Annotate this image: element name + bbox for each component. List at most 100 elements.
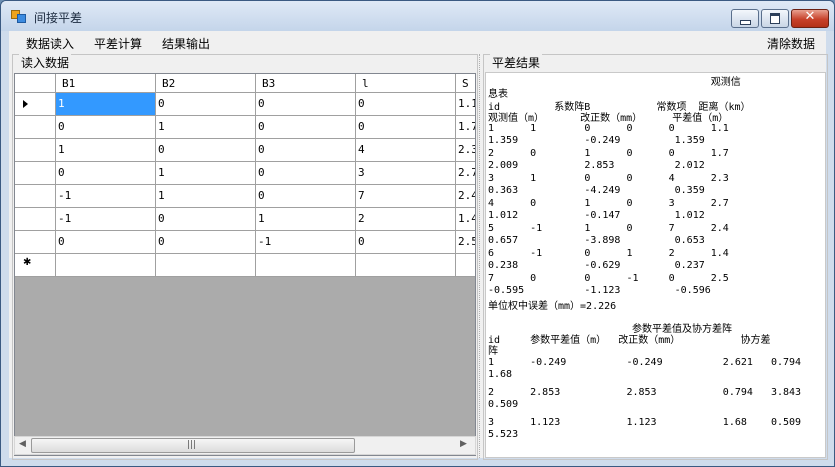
- grid-cell[interactable]: 0: [156, 231, 256, 254]
- grid-cell[interactable]: 1.1: [456, 93, 475, 116]
- row-header[interactable]: [15, 208, 56, 231]
- column-header-B1[interactable]: B1: [56, 74, 156, 93]
- result-line: 2.009 2.853 2.012: [488, 160, 705, 171]
- grid-cell[interactable]: 2.5: [456, 231, 475, 254]
- result-line: 3 1 0 0 4 2.3: [488, 173, 729, 184]
- grid-cell[interactable]: -1: [56, 208, 156, 231]
- grid-cell[interactable]: 0: [256, 139, 356, 162]
- column-header-label: B3: [262, 77, 276, 90]
- covariance-table-row: 2 2.853 2.853 0.794 3.843: [488, 387, 802, 398]
- result-line: 1.012 -0.147 1.012: [488, 210, 705, 221]
- row-header[interactable]: [15, 116, 56, 139]
- grid-cell[interactable]: [56, 254, 156, 277]
- grid-cell-value: 7: [358, 189, 365, 202]
- grid-cell[interactable]: 1: [156, 162, 256, 185]
- grid-cell-value: 1.4: [458, 212, 476, 225]
- grid-cell[interactable]: 2.3: [456, 139, 475, 162]
- column-header-S[interactable]: S: [456, 74, 475, 93]
- row-header[interactable]: [15, 162, 56, 185]
- client-area: 数据读入 平差计算 结果输出 清除数据 读入数据 B1 B2 B3 l S 1 0 0 0 1.1…: [9, 31, 828, 460]
- grid-cell[interactable]: 7: [356, 185, 456, 208]
- grid-cell[interactable]: 0: [256, 162, 356, 185]
- grid-cell[interactable]: 0: [56, 162, 156, 185]
- column-header-B2[interactable]: B2: [156, 74, 256, 93]
- result-line: 0.238 -0.629 0.237: [488, 260, 705, 271]
- grid-cell[interactable]: 2.7: [456, 162, 475, 185]
- grid-cell[interactable]: -1: [56, 185, 156, 208]
- minimize-icon: [740, 20, 751, 25]
- grid-cell[interactable]: 1: [156, 116, 256, 139]
- grid-cell[interactable]: 0: [256, 116, 356, 139]
- grid-cell[interactable]: [456, 254, 475, 277]
- result-line: 观测信: [488, 77, 741, 88]
- grid-cell-value: 1: [158, 166, 165, 179]
- grid-cell-value: 0: [358, 97, 365, 110]
- grid-cell[interactable]: 0: [56, 231, 156, 254]
- grid-cell[interactable]: 0: [156, 93, 256, 116]
- menu-adjust-compute[interactable]: 平差计算: [94, 35, 142, 52]
- scroll-right-icon[interactable]: ▶: [460, 439, 467, 449]
- grid-cell[interactable]: 0: [156, 208, 256, 231]
- column-header-label: B1: [62, 77, 76, 90]
- grid-cell[interactable]: 2: [356, 208, 456, 231]
- row-header[interactable]: [15, 231, 56, 254]
- result-line: 1 1 0 0 0 1.1: [488, 123, 729, 134]
- grid-cell-value: 0: [158, 143, 165, 156]
- row-header[interactable]: [15, 93, 56, 116]
- data-grid[interactable]: B1 B2 B3 l S 1 0 0 0 1.1 0 1 0 0 1.7 1 0 0 4 2.3 0 1 0 3 2.7 -1 1 0…: [14, 73, 476, 456]
- grid-cell[interactable]: 1.7: [456, 116, 475, 139]
- grid-cell[interactable]: 3: [356, 162, 456, 185]
- menu-result-output[interactable]: 结果输出: [162, 35, 210, 52]
- grid-cell[interactable]: [256, 254, 356, 277]
- grid-cell[interactable]: [156, 254, 256, 277]
- grid-cell[interactable]: 0: [356, 231, 456, 254]
- grid-cell[interactable]: 0: [156, 139, 256, 162]
- grid-cell[interactable]: 1: [56, 139, 156, 162]
- grid-cell-value: 1: [258, 212, 265, 225]
- column-header-l[interactable]: l: [356, 74, 456, 93]
- column-header-B3[interactable]: B3: [256, 74, 356, 93]
- result-textbox[interactable]: 观测信 息表 id 系数阵B 常数项 距离（km） 观测值（m） 改正数（mm） 平差…: [485, 72, 826, 458]
- row-header[interactable]: ✱: [15, 254, 56, 277]
- grid-cell[interactable]: 0: [256, 185, 356, 208]
- grid-cell[interactable]: 0: [256, 93, 356, 116]
- row-header[interactable]: [15, 185, 56, 208]
- result-line: 7 0 0 -1 0 2.5: [488, 273, 729, 284]
- covariance-table-header-cont: 阵: [488, 346, 498, 357]
- scroll-thumb[interactable]: |||: [31, 438, 355, 453]
- column-header-label: l: [362, 77, 369, 90]
- row-header[interactable]: [15, 139, 56, 162]
- app-icon: [11, 10, 26, 23]
- result-line: 2 0 1 0 0 1.7: [488, 148, 729, 159]
- grid-cell-value: 0: [58, 120, 65, 133]
- result-line: 1.359 -0.249 1.359: [488, 135, 705, 146]
- grid-cell[interactable]: 1: [156, 185, 256, 208]
- title-bar[interactable]: 间接平差 ✕: [1, 1, 834, 31]
- grid-cell[interactable]: 4: [356, 139, 456, 162]
- grid-cell-value: 0: [358, 120, 365, 133]
- column-header-label: B2: [162, 77, 176, 90]
- grid-cell[interactable]: 1.4: [456, 208, 476, 231]
- grid-cell[interactable]: 1: [56, 93, 156, 116]
- main-window: 间接平差 ✕ 数据读入 平差计算 结果输出 清除数据 读入数据 B1 B2 B3 l S…: [0, 0, 835, 467]
- grid-cell[interactable]: -1: [256, 231, 356, 254]
- result-line: 观测值（m） 改正数（mm） 平差值（m）: [488, 113, 729, 124]
- grid-cell[interactable]: 0: [356, 93, 456, 116]
- grid-cell[interactable]: 2.4: [456, 185, 475, 208]
- grid-cell-value: 3: [358, 166, 365, 179]
- result-line: 6 -1 0 1 2 1.4: [488, 248, 729, 259]
- maximize-button[interactable]: [761, 9, 789, 28]
- menu-data-input[interactable]: 数据读入: [26, 35, 74, 52]
- grid-cell[interactable]: [356, 254, 456, 277]
- window-title: 间接平差: [34, 11, 83, 25]
- grid-horizontal-scrollbar[interactable]: ◀ ||| ▶: [14, 436, 476, 455]
- grid-cell[interactable]: 0: [56, 116, 156, 139]
- minimize-button[interactable]: [731, 9, 759, 28]
- covariance-table-row: 3 1.123 1.123 1.68 0.509: [488, 417, 802, 428]
- scroll-left-icon[interactable]: ◀: [19, 439, 26, 449]
- grid-cell[interactable]: 0: [356, 116, 456, 139]
- grid-cell-value: 0: [58, 166, 65, 179]
- close-button[interactable]: ✕: [791, 9, 829, 28]
- clear-data-button[interactable]: 清除数据: [767, 35, 815, 52]
- grid-cell[interactable]: 1: [256, 208, 356, 231]
